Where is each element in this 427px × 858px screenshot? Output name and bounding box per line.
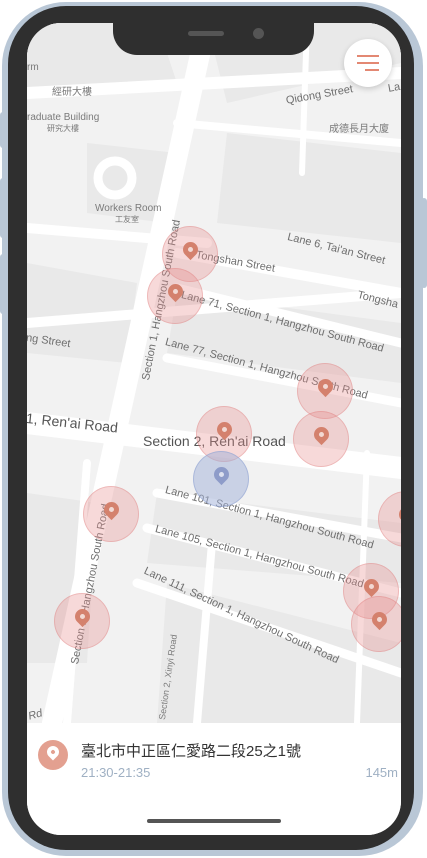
volume-down-button xyxy=(0,254,6,314)
map-view[interactable]: rm 經研大樓 raduate Building 研究大樓 Qidong Str… xyxy=(27,23,401,723)
map-marker-icon xyxy=(368,608,391,631)
app-screen: rm 經研大樓 raduate Building 研究大樓 Qidong Str… xyxy=(27,23,401,835)
map-marker-icon xyxy=(164,280,187,303)
volume-up-button xyxy=(0,178,6,238)
menu-button[interactable] xyxy=(344,39,392,87)
map-label-la: La xyxy=(387,80,401,95)
map-label-workers-room-zh: 工友室 xyxy=(115,215,139,224)
map-marker[interactable] xyxy=(54,593,110,649)
selected-map-marker[interactable] xyxy=(193,451,249,507)
home-indicator[interactable] xyxy=(147,819,281,823)
map-label-graduate-building-zh: 研究大樓 xyxy=(47,124,79,133)
map-marker-icon xyxy=(314,375,337,398)
location-time-range: 21:30-21:35 xyxy=(81,765,151,780)
map-marker-icon xyxy=(100,498,123,521)
map-marker-icon xyxy=(360,575,383,598)
location-pin-icon xyxy=(38,740,68,770)
map-marker[interactable] xyxy=(351,596,401,652)
map-label-jingyan-building: 經研大樓 xyxy=(52,87,92,98)
front-camera-icon xyxy=(253,28,264,39)
menu-line xyxy=(357,55,379,57)
menu-line xyxy=(357,62,379,64)
phone-notch xyxy=(113,23,314,55)
map-marker-icon xyxy=(179,238,202,261)
menu-line xyxy=(365,69,379,71)
map-marker[interactable] xyxy=(293,411,349,467)
map-label-chengde-building: 成德長月大廈 xyxy=(329,124,389,135)
map-marker-icon xyxy=(71,605,94,628)
map-label-rm: rm xyxy=(27,62,39,73)
map-marker[interactable] xyxy=(83,486,139,542)
mute-switch xyxy=(0,112,6,148)
location-distance: 145m xyxy=(365,765,398,780)
map-marker[interactable] xyxy=(147,268,203,324)
map-marker-icon xyxy=(213,418,236,441)
map-marker-icon xyxy=(310,423,333,446)
map-marker-icon xyxy=(395,503,401,526)
map-label-graduate-building: raduate Building xyxy=(27,112,100,123)
speaker-grille xyxy=(188,31,224,36)
location-address: 臺北市中正區仁愛路二段25之1號 xyxy=(81,743,302,760)
selected-marker-icon xyxy=(210,463,233,486)
map-label-workers-room: Workers Room xyxy=(95,203,162,214)
power-button xyxy=(421,198,427,288)
